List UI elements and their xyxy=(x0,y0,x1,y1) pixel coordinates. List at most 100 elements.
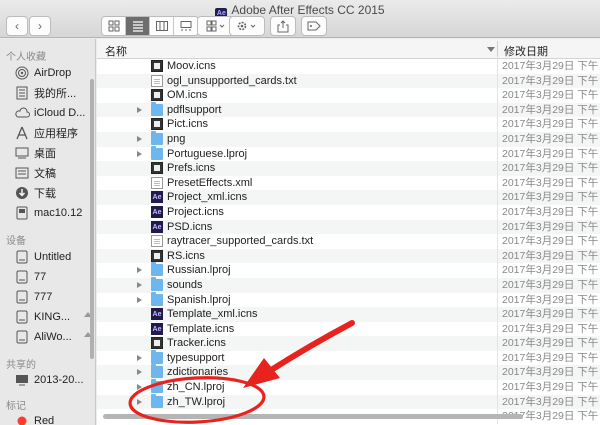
table-row[interactable]: Pict.icns 2017年3月29日 下午 xyxy=(97,117,600,132)
tags-button[interactable] xyxy=(301,16,327,36)
table-row[interactable]: Ae PSD.icns 2017年3月29日 下午 xyxy=(97,219,600,235)
table-row[interactable]: zh_TW.lproj 2017年3月29日 下午 xyxy=(97,393,600,410)
view-mode-control xyxy=(101,16,199,36)
sidebar-item-label: Untitled xyxy=(34,251,72,263)
table-row[interactable]: PresetEffects.xml 2017年3月29日 下午 xyxy=(97,175,600,191)
file-name: Pict.icns xyxy=(167,118,208,131)
table-row[interactable]: Portuguese.lproj 2017年3月29日 下午 xyxy=(97,145,600,162)
list-view-button[interactable] xyxy=(126,17,150,35)
column-divider[interactable] xyxy=(497,41,498,57)
horizontal-scrollbar[interactable] xyxy=(103,414,523,419)
sidebar-item-label: AliWo... xyxy=(34,331,72,343)
sidebar-item-aliwo[interactable]: AliWo... xyxy=(0,327,95,347)
disclosure-triangle-icon[interactable] xyxy=(137,384,142,391)
column-divider xyxy=(497,277,498,293)
sidebar-item-label: 77 xyxy=(34,271,47,283)
back-button[interactable]: ‹ xyxy=(6,16,28,36)
column-name-header[interactable]: 名称 xyxy=(105,43,127,59)
disclosure-triangle-icon[interactable] xyxy=(137,369,142,376)
file-name: RS.icns xyxy=(167,249,205,262)
action-button[interactable] xyxy=(229,16,265,36)
sidebar-item-home[interactable]: mac10.12 xyxy=(0,203,95,223)
sidebar-item-shared-computer[interactable]: 2013-20... xyxy=(0,370,95,390)
disclosure-triangle-icon[interactable] xyxy=(137,267,142,274)
sidebar-item-tag-red[interactable]: Red xyxy=(0,411,95,425)
table-row[interactable]: pdflsupport 2017年3月29日 下午 xyxy=(97,101,600,118)
table-row[interactable]: RS.icns 2017年3月29日 下午 xyxy=(97,248,600,264)
icon-view-button[interactable] xyxy=(102,17,126,35)
file-name: typesupport xyxy=(167,351,225,364)
table-row[interactable]: Ae Template.icns 2017年3月29日 下午 xyxy=(97,321,600,337)
file-name: Spanish.lproj xyxy=(167,293,231,306)
table-row[interactable]: Moov.icns 2017年3月29日 下午 xyxy=(97,59,600,74)
ae-file-icon: Ae xyxy=(151,322,163,335)
file-date: 2017年3月29日 下午 xyxy=(502,118,599,131)
column-divider xyxy=(497,263,498,278)
sidebar: 个人收藏 AirDrop 我的所... iCloud D... 应用程序 桌面 … xyxy=(0,39,96,425)
disclosure-triangle-icon[interactable] xyxy=(137,106,142,113)
file-date: 2017年3月29日 下午 xyxy=(502,293,599,306)
column-date-header[interactable]: 修改日期 xyxy=(504,43,548,59)
disclosure-triangle-icon[interactable] xyxy=(137,281,142,288)
file-date: 2017年3月29日 下午 xyxy=(502,191,599,204)
file-name: pdflsupport xyxy=(167,103,222,116)
table-row[interactable]: raytracer_supported_cards.txt 2017年3月29日 … xyxy=(97,234,600,249)
table-row[interactable]: OM.icns 2017年3月29日 下午 xyxy=(97,88,600,103)
sidebar-item-applications[interactable]: 应用程序 xyxy=(0,123,95,143)
forward-button[interactable]: › xyxy=(29,16,51,36)
sidebar-item-untitled[interactable]: Untitled xyxy=(0,247,95,267)
table-row[interactable]: Ae Project.icns 2017年3月29日 下午 xyxy=(97,204,600,220)
disclosure-triangle-icon[interactable] xyxy=(137,135,142,142)
table-row[interactable]: Prefs.icns 2017年3月29日 下午 xyxy=(97,161,600,176)
tag-icon xyxy=(307,21,321,31)
table-row[interactable]: Tracker.icns 2017年3月29日 下午 xyxy=(97,336,600,351)
table-row[interactable]: Spanish.lproj 2017年3月29日 下午 xyxy=(97,291,600,308)
table-row[interactable]: ogl_unsupported_cards.txt 2017年3月29日 下午 xyxy=(97,73,600,89)
table-row[interactable]: typesupport 2017年3月29日 下午 xyxy=(97,349,600,366)
file-name: zh_CN.lproj xyxy=(167,381,225,394)
column-divider xyxy=(497,321,498,337)
sidebar-item-airdrop[interactable]: AirDrop xyxy=(0,63,95,83)
table-row[interactable]: Russian.lproj 2017年3月29日 下午 xyxy=(97,262,600,278)
table-row[interactable]: zh_CN.lproj 2017年3月29日 下午 xyxy=(97,379,600,395)
documents-icon xyxy=(14,165,30,181)
table-row[interactable]: sounds 2017年3月29日 下午 xyxy=(97,276,600,293)
sidebar-item-icloud[interactable]: iCloud D... xyxy=(0,103,95,123)
sidebar-item-king[interactable]: KING... xyxy=(0,307,95,327)
ae-file-icon: Ae xyxy=(151,220,163,233)
file-date: 2017年3月29日 下午 xyxy=(502,103,599,116)
airdrop-icon xyxy=(14,65,30,81)
table-row[interactable]: png 2017年3月29日 下午 xyxy=(97,130,600,147)
disclosure-triangle-icon[interactable] xyxy=(137,296,142,303)
sidebar-scrollbar[interactable] xyxy=(90,79,94,359)
sidebar-item-documents[interactable]: 文稿 xyxy=(0,163,95,183)
table-row[interactable]: Ae Template_xml.icns 2017年3月29日 下午 xyxy=(97,307,600,322)
sort-chevron-icon[interactable] xyxy=(487,47,495,52)
sidebar-item-all-files[interactable]: 我的所... xyxy=(0,83,95,103)
gallery-view-button[interactable] xyxy=(174,17,198,35)
ae-file-icon: Ae xyxy=(151,205,163,218)
sidebar-item-77[interactable]: 77 xyxy=(0,267,95,287)
sidebar-item-label: mac10.12 xyxy=(34,207,83,219)
file-name: png xyxy=(167,132,186,145)
table-row[interactable]: zdictionaries 2017年3月29日 下午 xyxy=(97,364,600,381)
share-button[interactable] xyxy=(270,16,296,36)
column-divider xyxy=(497,219,498,235)
disclosure-triangle-icon[interactable] xyxy=(137,150,142,157)
disclosure-triangle-icon[interactable] xyxy=(137,354,142,361)
downloads-icon xyxy=(14,185,30,201)
column-divider xyxy=(497,350,498,366)
disclosure-triangle-icon[interactable] xyxy=(137,398,142,405)
sidebar-item-777[interactable]: 777 xyxy=(0,287,95,307)
file-date: 2017年3月29日 下午 xyxy=(502,366,599,379)
column-view-button[interactable] xyxy=(150,17,174,35)
list-icon xyxy=(132,21,143,32)
file-name: zdictionaries xyxy=(167,366,229,379)
sidebar-item-downloads[interactable]: 下载 xyxy=(0,183,95,203)
folder-icon xyxy=(151,379,163,394)
disk-icon xyxy=(14,329,30,345)
devices-header: 设备 xyxy=(6,236,26,247)
sidebar-item-label: 2013-20... xyxy=(34,374,84,386)
table-row[interactable]: Ae Project_xml.icns 2017年3月29日 下午 xyxy=(97,190,600,205)
sidebar-item-desktop[interactable]: 桌面 xyxy=(0,143,95,163)
